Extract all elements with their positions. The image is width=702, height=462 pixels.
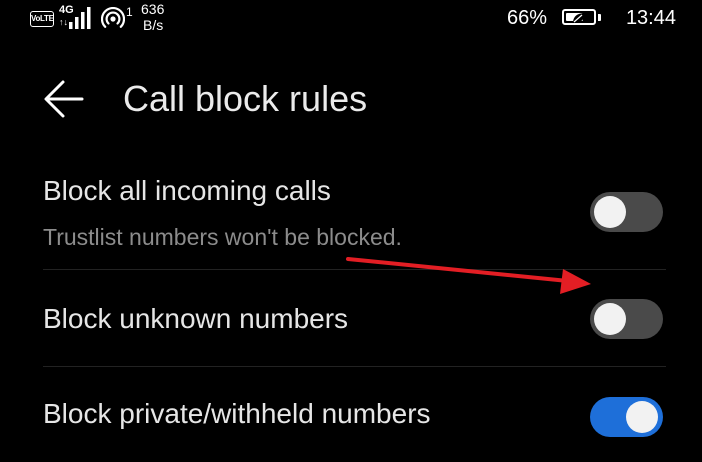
setting-row-block-all-incoming[interactable]: Block all incoming calls Trustlist numbe… (0, 160, 702, 270)
network-speed: 636 B/s (141, 1, 164, 33)
setting-subtitle: Trustlist numbers won't be blocked. (43, 224, 402, 250)
network-activity-icon: ↑↓ (59, 17, 68, 27)
battery-cap (598, 14, 601, 21)
volte-badge: VoLTE (30, 11, 54, 27)
status-bar-right: 66% 13:44 (496, 5, 676, 31)
status-bar: VoLTE 4G ↑↓ 1 636 B/s 66% 13:44 (0, 0, 702, 36)
block-unknown-toggle[interactable] (590, 299, 663, 339)
toggle-knob (626, 401, 658, 433)
block-all-incoming-toggle[interactable] (590, 192, 663, 232)
battery-percent: 66% (506, 7, 547, 29)
setting-title: Block private/withheld numbers (43, 398, 431, 429)
hotspot-connected-count: 1 (126, 5, 133, 19)
status-time: 13:44 (625, 7, 676, 29)
arrow-left-icon (44, 80, 84, 118)
back-button[interactable] (36, 74, 92, 124)
page-title: Call block rules (123, 78, 368, 119)
power-saving-leaf-icon (573, 13, 585, 23)
hotspot-icon (101, 7, 125, 28)
network-speed-unit: B/s (143, 17, 164, 33)
app-bar: Call block rules (0, 60, 702, 140)
setting-title: Block unknown numbers (43, 303, 349, 334)
signal-strength-icon (69, 7, 91, 29)
setting-row-block-private[interactable]: Block private/withheld numbers (0, 367, 702, 462)
setting-row-block-unknown[interactable]: Block unknown numbers (0, 270, 702, 367)
block-private-toggle[interactable] (590, 397, 663, 437)
toggle-knob (594, 303, 626, 335)
network-speed-value: 636 (141, 1, 165, 17)
battery-icon (562, 9, 596, 25)
setting-title: Block all incoming calls (43, 175, 331, 206)
toggle-knob (594, 196, 626, 228)
